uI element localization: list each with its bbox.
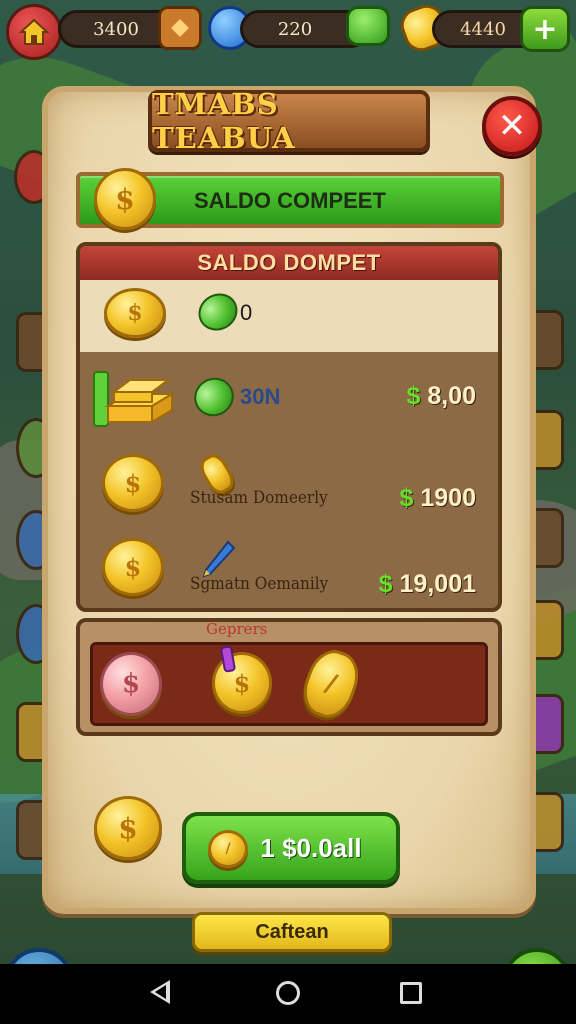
resource-value: 3400: [93, 18, 139, 40]
cash-stack-icon: [346, 6, 390, 46]
gold-coin-icon: $: [102, 538, 164, 596]
currency-symbol: $: [399, 484, 414, 512]
currency-symbol: $: [406, 382, 421, 410]
offer-row[interactable]: 30N $ 8,00: [80, 356, 498, 444]
list-header-label: SALDO DOMPET: [197, 250, 381, 275]
gold-coin-icon: $: [94, 168, 156, 230]
pink-coin-icon[interactable]: $: [100, 652, 162, 716]
home-circle-icon[interactable]: [276, 981, 300, 1005]
offer-price: $ 8,00: [406, 382, 476, 411]
offer-row[interactable]: $ Stusam Domeerly $ 1900: [80, 444, 498, 532]
list-header: SALDO DOMPET: [80, 246, 498, 280]
specials-label: Geprers: [206, 620, 268, 638]
plus-icon: +: [532, 11, 558, 47]
add-currency-button[interactable]: +: [520, 6, 570, 52]
amber-gem-icon: [158, 6, 202, 50]
balance-amount: 0: [240, 300, 253, 325]
shop-offer-list: SALDO DOMPET $ 0 30N $ 8,00 $ Stusam Dom…: [76, 242, 502, 612]
green-gem-icon: [187, 370, 241, 424]
gold-bar-stack-icon: [93, 371, 176, 427]
confirm-button-label: Caftean: [255, 920, 329, 943]
house-icon: [19, 18, 49, 45]
gold-coin-icon: $: [94, 796, 162, 860]
offer-price: $ 1900: [400, 484, 476, 513]
offer-price-value: 1900: [420, 484, 476, 512]
gold-coin-icon: $: [104, 288, 166, 338]
dialog-title-plaque: TMABS TEABUA: [148, 87, 430, 155]
offer-price: $ 19,001: [379, 570, 476, 599]
close-icon: ✕: [497, 106, 527, 146]
system-nav-bar: [0, 964, 576, 1024]
wallet-bar-label: SALDO COMPEET: [194, 188, 386, 213]
resource-bar: 3400 220 4440 +: [0, 0, 576, 60]
green-gem-icon: [191, 286, 245, 338]
recent-apps-icon[interactable]: [400, 982, 422, 1004]
dialog-title: TMABS TEABUA: [152, 87, 296, 155]
offer-price-value: 19,001: [399, 570, 476, 598]
gold-coin-icon: /: [208, 830, 248, 868]
buy-button-label: 1 $0.0all: [260, 832, 362, 863]
sparkle-coin-icon[interactable]: $: [212, 652, 272, 714]
resource-value: 220: [277, 18, 313, 40]
close-button[interactable]: ✕: [482, 96, 542, 156]
confirm-button[interactable]: Caftean: [192, 912, 392, 952]
currency-symbol: $: [378, 570, 393, 598]
buy-button[interactable]: / 1 $0.0all: [182, 812, 400, 884]
offer-row[interactable]: $ Sgmatn Oemanily $ 19,001: [80, 532, 498, 608]
gold-coin-icon: $: [102, 454, 164, 512]
wallet-balance-row: $ 0: [80, 280, 498, 352]
back-icon-inner: [155, 985, 166, 999]
offer-price-value: 8,00: [427, 382, 476, 410]
home-button[interactable]: [6, 4, 62, 60]
offer-name: Stusam Domeerly: [190, 488, 328, 508]
resource-value: 4440: [460, 18, 506, 40]
offer-name: Sgmatn Oemanily: [190, 574, 329, 594]
offer-amount: 30N: [240, 384, 281, 409]
